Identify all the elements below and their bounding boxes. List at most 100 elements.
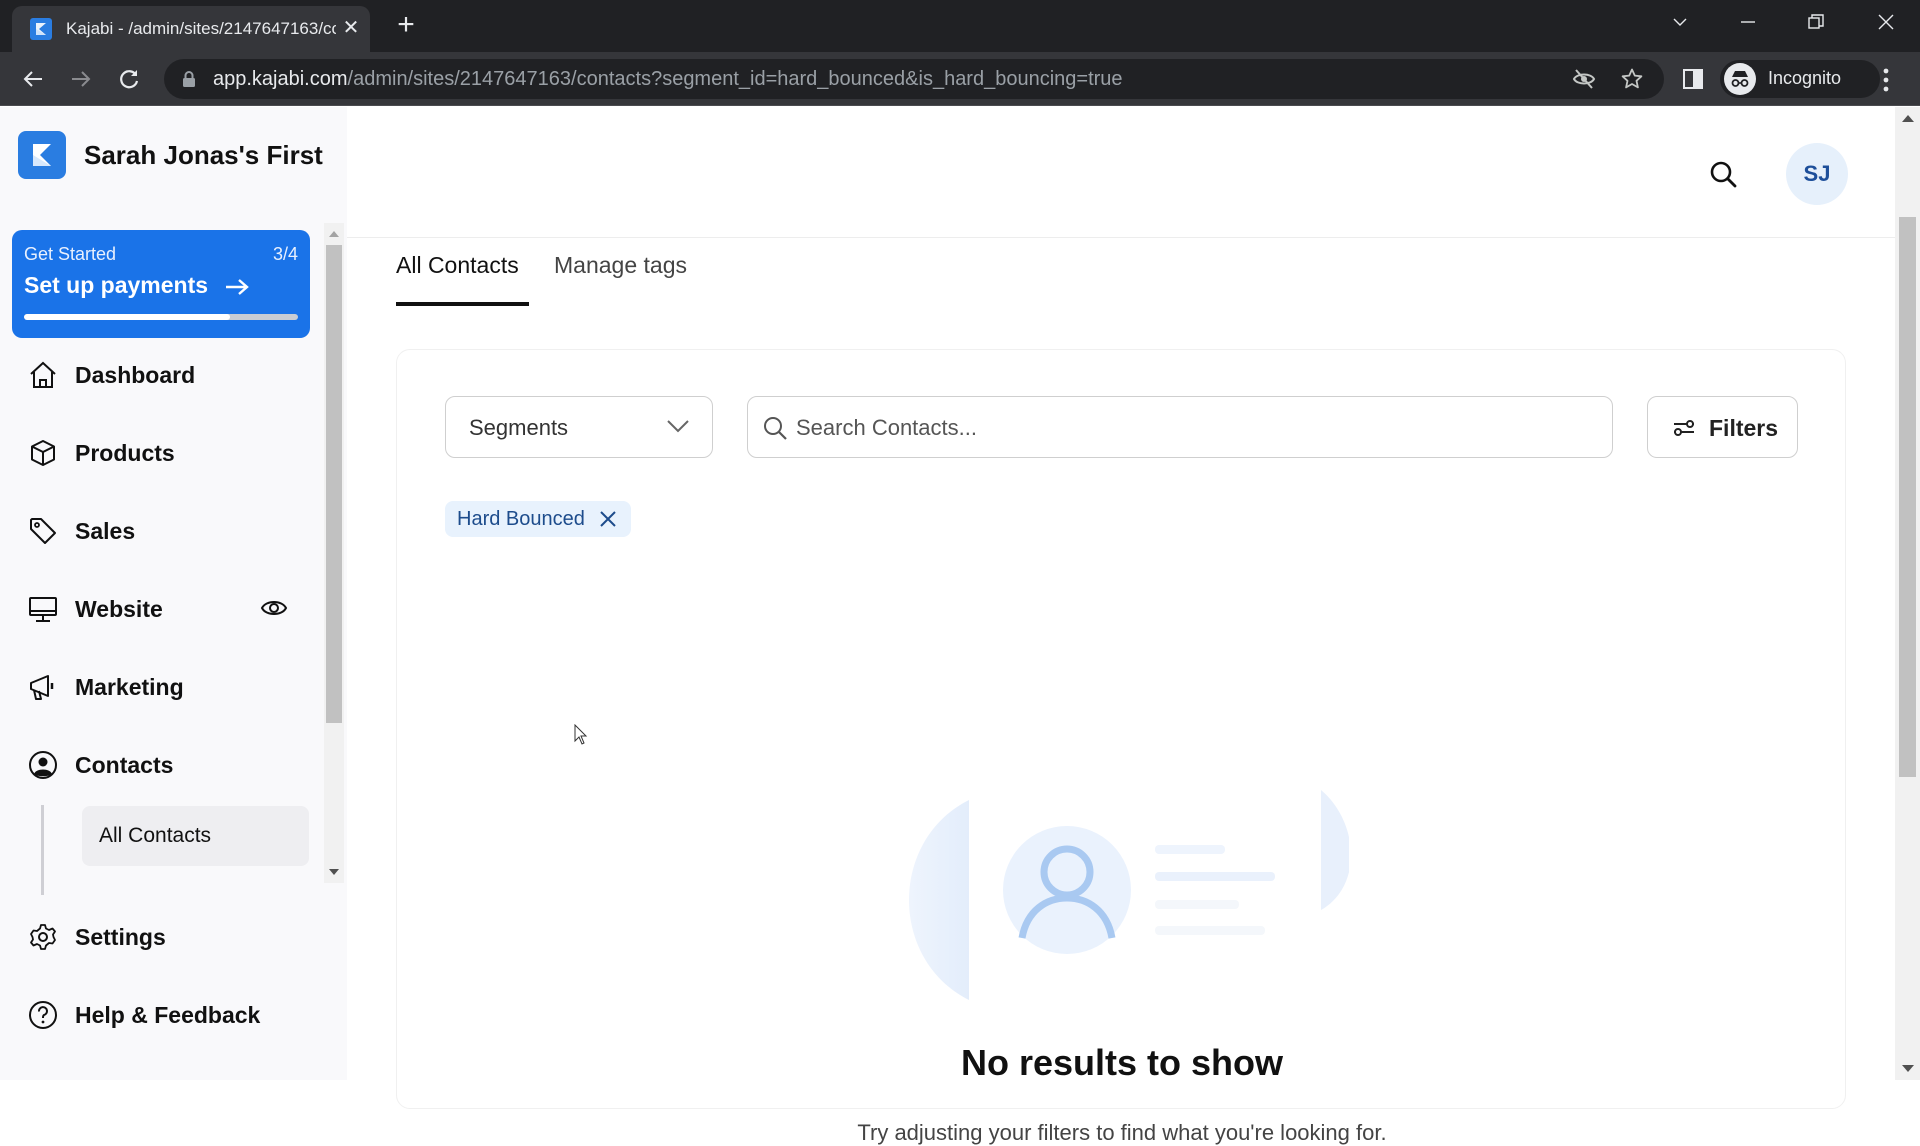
- tab-search-chevron-icon[interactable]: [1660, 6, 1700, 38]
- preview-eye-icon[interactable]: [260, 596, 288, 620]
- sidebar-item-marketing[interactable]: Marketing: [28, 662, 318, 710]
- sidebar-item-label: Help & Feedback: [75, 1002, 261, 1028]
- sidebar-item-help-feedback[interactable]: Help & Feedback: [28, 990, 318, 1038]
- get-started-progress-fill: [24, 314, 230, 320]
- user-circle-icon: [28, 750, 58, 780]
- sidebar-item-label: Products: [75, 440, 175, 466]
- get-started-title: Set up payments: [24, 272, 209, 298]
- sidebar-item-dashboard[interactable]: Dashboard: [28, 350, 318, 398]
- tab-manage-tags[interactable]: Manage tags: [554, 244, 687, 306]
- tab-all-contacts[interactable]: All Contacts: [396, 244, 529, 306]
- tag-icon: [28, 516, 58, 546]
- sidebar-item-contacts[interactable]: Contacts: [28, 740, 318, 788]
- incognito-label: Incognito: [1768, 68, 1842, 88]
- sidebar-item-label: Settings: [75, 924, 166, 950]
- minimize-icon[interactable]: [1728, 6, 1768, 38]
- sidebar-item-products[interactable]: Products: [28, 428, 318, 476]
- monitor-icon: [28, 594, 58, 624]
- remove-filter-close-icon[interactable]: [597, 508, 619, 530]
- back-arrow-icon[interactable]: [18, 64, 48, 94]
- tab-title: Kajabi - /admin/sites/2147647163/contact…: [66, 19, 336, 38]
- tab-label: All Contacts: [396, 252, 519, 278]
- new-tab-button[interactable]: +: [390, 10, 422, 42]
- sidebar-item-label: Contacts: [75, 752, 174, 778]
- megaphone-icon: [28, 672, 58, 702]
- page-scroll-down-arrow-icon[interactable]: [1902, 1065, 1914, 1072]
- bg-blob-left: [909, 800, 969, 1000]
- browser-toolbar: app.kajabi.com/admin/sites/2147647163/co…: [0, 52, 1920, 106]
- header-divider: [347, 237, 1895, 238]
- mouse-cursor-icon: [574, 724, 588, 745]
- kajabi-logo-icon[interactable]: [18, 131, 66, 179]
- sidebar-scroll-thumb[interactable]: [326, 245, 342, 723]
- tracking-blocked-eye-icon[interactable]: [1572, 67, 1596, 91]
- url-host: app.kajabi.com: [213, 68, 348, 90]
- search-contacts-field[interactable]: [747, 396, 1613, 458]
- address-bar[interactable]: app.kajabi.com/admin/sites/2147647163/co…: [164, 59, 1664, 99]
- empty-contacts-illustration: [909, 760, 1349, 1020]
- sidebar-item-website[interactable]: Website: [28, 584, 318, 632]
- segments-dropdown[interactable]: Segments: [445, 396, 713, 458]
- lock-icon: [182, 70, 196, 88]
- site-name[interactable]: Sarah Jonas's First: [84, 140, 323, 171]
- bg-blob-right: [1321, 790, 1349, 910]
- url-path: /admin/sites/2147647163/contacts?segment…: [347, 68, 1123, 90]
- placeholder-line-3: [1155, 900, 1239, 909]
- reload-icon[interactable]: [114, 64, 144, 94]
- get-started-title-row: Set up payments: [24, 272, 250, 299]
- side-panel-icon[interactable]: [1680, 66, 1706, 92]
- sidebar-item-sales[interactable]: Sales: [28, 506, 318, 554]
- forward-arrow-icon[interactable]: [66, 64, 96, 94]
- close-tab-icon[interactable]: ✕: [338, 15, 364, 41]
- get-started-count: 3/4: [272, 244, 298, 264]
- sidebar-subitem-label: All Contacts: [99, 824, 212, 847]
- kajabi-page: Sarah Jonas's First Get Started 3/4 Set …: [0, 107, 1920, 1145]
- empty-state-title: No results to show: [960, 1042, 1284, 1083]
- help-circle-icon: [28, 1000, 58, 1030]
- arrow-right-icon: [226, 279, 250, 295]
- tab-label: Manage tags: [554, 252, 687, 278]
- filter-sliders-icon: [1674, 420, 1694, 436]
- browser-tab-bar: Kajabi - /admin/sites/2147647163/contact…: [0, 0, 1920, 52]
- user-avatar[interactable]: SJ: [1786, 143, 1848, 205]
- get-started-label: Get Started: [24, 244, 117, 264]
- incognito-profile-button[interactable]: Incognito: [1720, 60, 1880, 98]
- page-scrollbar[interactable]: [1895, 107, 1920, 1080]
- box-icon: [28, 438, 58, 468]
- browser-menu-icon[interactable]: [1876, 67, 1896, 93]
- page-scroll-thumb[interactable]: [1899, 217, 1916, 777]
- placeholder-line-4: [1155, 926, 1265, 935]
- scroll-up-arrow-icon[interactable]: [329, 231, 339, 237]
- sidebar-subitem-all-contacts[interactable]: All Contacts: [82, 806, 309, 866]
- close-window-icon[interactable]: [1866, 6, 1906, 38]
- sidebar-scrollbar[interactable]: [324, 223, 344, 883]
- placeholder-line-2: [1155, 872, 1275, 881]
- chevron-down-icon: [667, 420, 689, 433]
- sidebar-item-label: Marketing: [75, 674, 184, 700]
- home-icon: [28, 360, 58, 390]
- placeholder-line-1: [1155, 845, 1225, 854]
- filter-chip-label: Hard Bounced: [457, 508, 585, 530]
- bookmark-star-icon[interactable]: [1620, 67, 1644, 91]
- scroll-down-arrow-icon[interactable]: [329, 869, 339, 875]
- segments-label: Segments: [469, 415, 569, 440]
- filters-label: Filters: [1709, 415, 1779, 441]
- url-text[interactable]: app.kajabi.com/admin/sites/2147647163/co…: [213, 68, 1123, 91]
- submenu-line: [41, 805, 44, 895]
- global-search-icon[interactable]: [1708, 159, 1738, 189]
- search-icon: [764, 417, 787, 440]
- sidebar-item-settings[interactable]: Settings: [28, 912, 318, 960]
- sidebar-item-label: Sales: [75, 518, 136, 544]
- page-scroll-up-arrow-icon[interactable]: [1902, 115, 1914, 122]
- sidebar: Sarah Jonas's First Get Started 3/4 Set …: [0, 107, 347, 1080]
- get-started-card[interactable]: Get Started 3/4 Set up payments: [12, 230, 310, 338]
- gear-icon: [28, 922, 58, 952]
- empty-state-subtitle: Try adjusting your filters to find what …: [857, 1120, 1387, 1145]
- restore-icon[interactable]: [1796, 6, 1836, 38]
- filters-button[interactable]: Filters: [1647, 396, 1798, 458]
- incognito-icon: [1724, 63, 1756, 95]
- filter-chip-hard-bounced: Hard Bounced: [445, 501, 632, 537]
- get-started-progress-bar: [24, 314, 298, 320]
- search-contacts-input[interactable]: [796, 409, 1596, 447]
- browser-tab[interactable]: Kajabi - /admin/sites/2147647163/contact…: [12, 6, 370, 52]
